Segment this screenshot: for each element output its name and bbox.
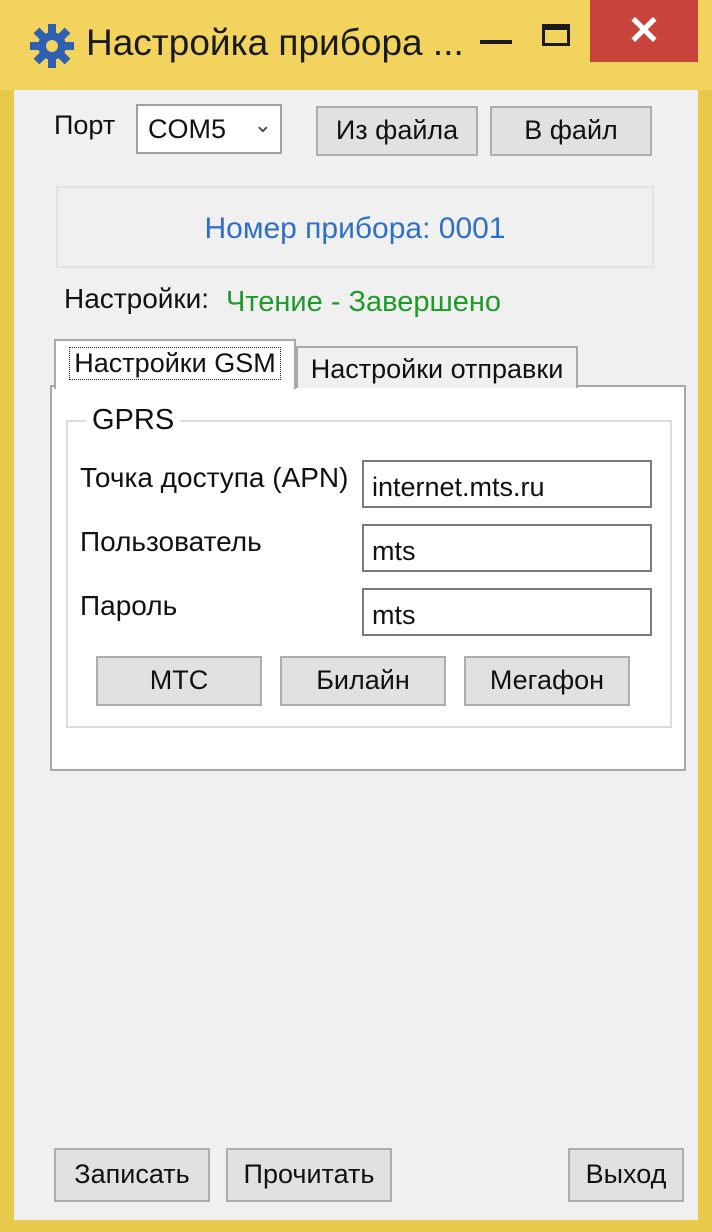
port-select-value: COM5 <box>148 114 227 144</box>
preset-beeline-button[interactable]: Билайн <box>280 656 446 706</box>
exit-button[interactable]: Выход <box>568 1148 684 1202</box>
app-window: Настройка прибора ... ✕ Порт COM5 ⌄ Из ф… <box>0 0 712 1232</box>
save-to-file-button[interactable]: В файл <box>490 106 652 156</box>
write-button[interactable]: Записать <box>54 1148 210 1202</box>
gprs-group-title: GPRS <box>86 404 181 437</box>
password-label: Пароль <box>80 590 178 621</box>
password-input[interactable]: mts <box>362 588 652 636</box>
load-from-file-button[interactable]: Из файла <box>316 106 478 156</box>
settings-status-label: Настройки: <box>64 283 210 314</box>
port-select[interactable]: COM5 ⌄ <box>136 104 282 154</box>
user-label: Пользователь <box>80 526 262 557</box>
port-label: Порт <box>54 110 116 140</box>
preset-mts-button[interactable]: МТС <box>96 656 262 706</box>
title-bar[interactable]: Настройка прибора ... ✕ <box>0 0 712 90</box>
tab-gsm-settings[interactable]: Настройки GSM <box>54 339 296 389</box>
chevron-down-icon: ⌄ <box>253 112 272 137</box>
preset-megafon-button[interactable]: Мегафон <box>464 656 630 706</box>
minimize-button[interactable] <box>476 18 518 60</box>
device-info-panel: Номер прибора: 0001 <box>56 186 654 268</box>
window-title: Настройка прибора ... <box>86 22 464 63</box>
read-button[interactable]: Прочитать <box>226 1148 392 1202</box>
apn-input[interactable]: internet.mts.ru <box>362 460 652 508</box>
maximize-button[interactable] <box>538 18 578 58</box>
close-button[interactable]: ✕ <box>590 0 698 62</box>
user-input[interactable]: mts <box>362 524 652 572</box>
close-icon: ✕ <box>627 9 661 53</box>
apn-label: Точка доступа (APN) <box>80 462 349 493</box>
device-number: Номер прибора: 0001 <box>204 212 506 245</box>
gear-icon <box>30 24 74 68</box>
tab-send-settings[interactable]: Настройки отправки <box>296 346 578 388</box>
tab-gsm-label: Настройки GSM <box>69 347 281 380</box>
client-area: Порт COM5 ⌄ Из файла В файл Номер прибор… <box>14 90 698 1220</box>
settings-status-value: Чтение - Завершено <box>226 286 502 318</box>
